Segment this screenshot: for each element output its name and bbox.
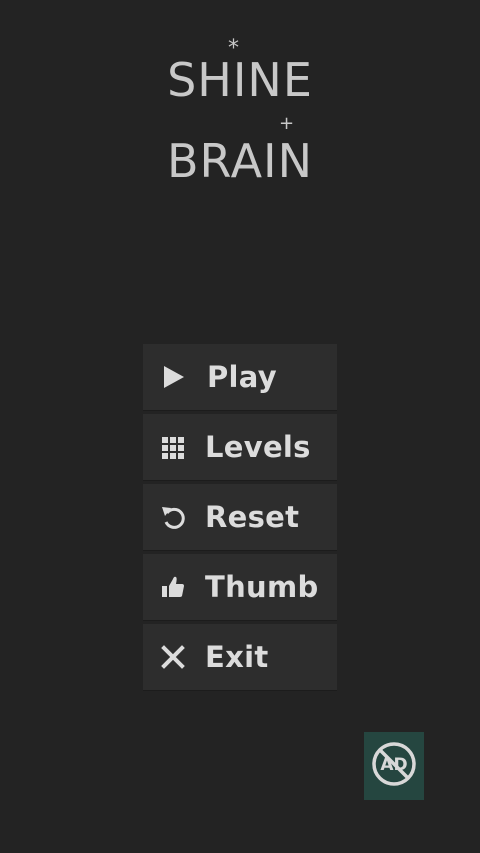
logo-line-brain: BRAIN — [166, 134, 314, 188]
remove-ads-button[interactable]: AD — [364, 732, 424, 800]
levels-label: Levels — [205, 430, 311, 464]
exit-button[interactable]: Exit — [143, 624, 337, 690]
undo-icon — [159, 503, 187, 531]
main-menu-screen: * SHINE + BRAIN Play Levels Reset Thumb … — [0, 0, 480, 853]
thumb-button[interactable]: Thumb — [143, 554, 337, 620]
reset-button[interactable]: Reset — [143, 484, 337, 550]
thumbs-up-icon — [159, 573, 187, 601]
exit-label: Exit — [205, 640, 269, 674]
game-logo: * SHINE + BRAIN — [140, 38, 340, 200]
levels-button[interactable]: Levels — [143, 414, 337, 480]
main-menu: Play Levels Reset Thumb Exit — [143, 344, 337, 694]
play-label: Play — [207, 360, 277, 394]
grid-icon — [159, 433, 187, 461]
logo-plus: + — [279, 113, 295, 134]
close-icon — [159, 643, 187, 671]
reset-label: Reset — [205, 500, 300, 534]
thumb-label: Thumb — [205, 570, 319, 604]
logo-line-shine: SHINE — [167, 53, 313, 107]
play-button[interactable]: Play — [143, 344, 337, 410]
no-ads-icon: AD — [369, 739, 419, 793]
play-icon — [159, 363, 187, 391]
